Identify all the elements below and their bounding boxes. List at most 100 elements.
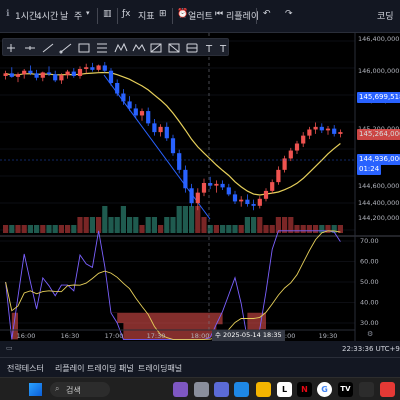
candle-body <box>127 101 132 109</box>
ellipse-tool-icon <box>186 43 198 53</box>
interval-dropdown-icon[interactable]: ▾ <box>86 9 90 17</box>
candle-body <box>59 75 64 81</box>
volume-bar <box>176 206 182 233</box>
candle-body <box>108 70 114 83</box>
right-panel-button[interactable]: 코딩 <box>377 9 394 22</box>
candle-body <box>313 126 318 130</box>
candle-body <box>139 111 145 116</box>
candle-body <box>325 128 331 131</box>
candle-body <box>121 93 126 102</box>
toolbar-divider <box>172 8 173 24</box>
app-icon-2[interactable] <box>194 382 209 397</box>
candle-body <box>319 126 324 131</box>
search-icon: ⌕ <box>55 384 60 393</box>
interval-1h-button[interactable]: 1시간 <box>15 9 37 22</box>
fib-tool-icon <box>97 43 107 53</box>
status-row: ▭ 22:33:36 UTC+9 <box>0 341 400 357</box>
candle-body <box>170 138 176 154</box>
chrome-icon[interactable]: G <box>317 382 332 397</box>
candle-body <box>22 70 27 75</box>
indicators-icon[interactable]: ƒx <box>122 9 131 19</box>
interval-day-button[interactable]: 날 <box>60 9 68 22</box>
volume-bar <box>46 225 52 233</box>
undo-icon[interactable]: ↶ <box>263 9 271 19</box>
replay-icon[interactable]: ⏮ <box>215 9 223 19</box>
volume-bar <box>269 225 275 233</box>
volume-bar <box>207 225 213 233</box>
alert-clock-icon[interactable]: ⏰ <box>177 9 188 19</box>
volume-bar <box>127 217 133 233</box>
edge-browser-icon[interactable] <box>234 382 249 397</box>
volume-bar <box>164 217 170 233</box>
candle-body <box>34 73 39 78</box>
redo-icon[interactable]: ↷ <box>285 9 293 19</box>
volume-bar <box>170 217 176 233</box>
candle-body <box>232 194 238 202</box>
candle-body <box>84 67 89 69</box>
sub-price-badge: 145,264,000 <box>357 129 400 140</box>
app-icon-1[interactable] <box>173 382 188 397</box>
candle-body <box>288 150 293 159</box>
taskbar-search-box[interactable]: ⌕ 검색 <box>50 382 110 397</box>
volume-bar <box>89 217 95 233</box>
taskbar-app-icon-2[interactable] <box>380 382 395 397</box>
crosshair-time-label: 수 2025-05-14 18:35 <box>212 330 285 341</box>
candle-body <box>146 111 151 124</box>
notion-icon[interactable]: L <box>277 382 292 397</box>
candle-body <box>9 73 14 77</box>
candle-body <box>115 83 120 94</box>
price-chart[interactable]: 146,400,000146,000,000145,600,000145,200… <box>0 33 400 341</box>
tab-strategy-tester[interactable]: 전략테스터 <box>7 363 44 374</box>
volume-bar <box>201 217 207 233</box>
candle-body <box>195 192 200 204</box>
tab-trading-panel[interactable]: 트레이딩패널 <box>138 363 182 374</box>
layout-grid-icon[interactable]: ⊞ <box>159 9 167 19</box>
volume-bar <box>232 225 238 233</box>
volume-bar <box>58 225 64 233</box>
volume-bar <box>21 225 27 233</box>
volume-bar <box>313 225 319 233</box>
candle-body <box>189 188 194 204</box>
time-tick-label: 16:30 <box>61 332 80 340</box>
candle-body <box>40 72 45 78</box>
replay-button[interactable]: 리플레이 <box>226 9 259 22</box>
volume-bar <box>145 217 151 233</box>
chart-area[interactable]: 146,400,000146,000,000145,600,000145,200… <box>0 33 400 341</box>
file-explorer-icon[interactable] <box>256 382 271 397</box>
volume-bar <box>238 225 244 233</box>
moving-average-line <box>5 71 341 196</box>
candle-style-icon[interactable]: ▥ <box>103 9 112 19</box>
oscillator-axis-ticks: 70.00 60.00 50.00 40.00 30.00 <box>360 237 379 327</box>
tradingview-icon[interactable]: TV <box>338 382 353 397</box>
interval-overflow-icon[interactable]: ℹ <box>6 9 9 19</box>
alert-button[interactable]: 얼러트 <box>188 9 213 22</box>
candle-body <box>245 199 250 205</box>
candle-body <box>96 65 101 70</box>
interval-week-button[interactable]: 주 <box>74 9 82 22</box>
candle-body <box>152 123 157 133</box>
candle-body <box>220 183 225 188</box>
app-icon-3[interactable] <box>214 382 229 397</box>
candle-body <box>53 74 58 81</box>
netflix-icon[interactable]: N <box>297 382 312 397</box>
clock-label[interactable]: 22:33:36 UTC+9 <box>342 345 400 353</box>
time-tick-label: 17:30 <box>147 332 166 340</box>
time-tick-label: 18:00 <box>191 332 210 340</box>
date-range-icon[interactable]: ▭ <box>6 344 13 352</box>
volume-bar <box>71 225 77 233</box>
candle-body <box>3 73 8 76</box>
trend-line-tool-icon <box>42 43 54 53</box>
time-axis-settings-icon[interactable]: ⚙ <box>367 330 373 338</box>
volume-bar <box>27 225 33 233</box>
price-tick-label: 144,400,000 <box>358 199 399 207</box>
candle-body <box>183 169 188 189</box>
rectangle-tool-icon <box>168 43 180 53</box>
indicators-button[interactable]: 지표 <box>138 9 155 22</box>
candle-body <box>301 135 306 144</box>
candle-body <box>338 132 343 134</box>
taskbar-app-icon[interactable] <box>359 382 374 397</box>
tab-replay-trading-panel[interactable]: 리플레이 트레이딩 패널 <box>55 363 134 374</box>
windows-start-icon[interactable] <box>29 383 42 396</box>
time-tick-label: 16:00 <box>17 332 36 340</box>
interval-4h-button[interactable]: 4시간 <box>36 9 58 22</box>
